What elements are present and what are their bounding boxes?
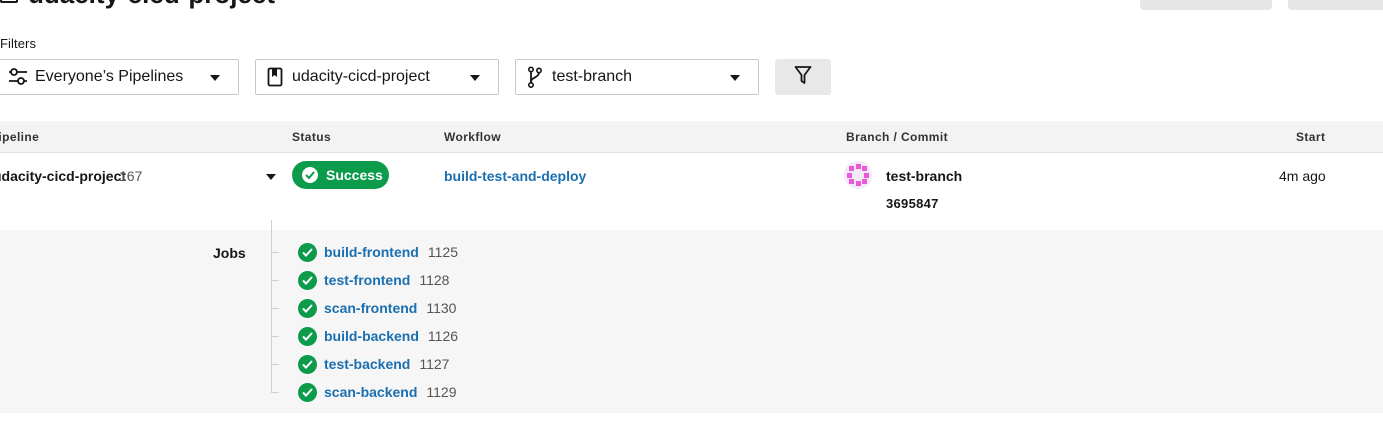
job-name[interactable]: scan-backend — [324, 384, 417, 400]
job-name[interactable]: test-backend — [324, 356, 410, 372]
list-item[interactable]: test-backend 1127 — [271, 354, 449, 374]
check-circle-icon — [298, 382, 317, 402]
page-title-row: udacity-cicd-project — [0, 0, 275, 10]
pipeline-number: 167 — [119, 168, 143, 184]
job-name[interactable]: build-backend — [324, 328, 419, 344]
list-item[interactable]: scan-frontend 1130 — [271, 298, 456, 318]
column-header-branch-commit: Branch / Commit — [846, 130, 949, 144]
filter-button[interactable] — [775, 59, 831, 95]
expand-row-icon[interactable] — [266, 174, 276, 180]
workflow-link[interactable]: build-test-and-deploy — [444, 168, 586, 184]
header-button-more[interactable] — [1288, 0, 1383, 10]
list-item[interactable]: scan-backend 1129 — [271, 382, 456, 402]
tree-tick — [271, 363, 279, 365]
tree-tick — [271, 391, 279, 393]
header-button-settings[interactable] — [1140, 0, 1272, 10]
filters-label: Filters — [0, 36, 37, 51]
commit-hash[interactable]: 3695847 — [886, 196, 939, 211]
check-circle-icon — [298, 298, 317, 318]
jobs-panel: Jobs build-frontend 1125 test-frontend 1… — [0, 220, 1383, 413]
job-number: 1130 — [426, 300, 457, 316]
pipeline-name[interactable]: udacity-cicd-project — [0, 168, 126, 184]
pipelines-filter-dropdown[interactable]: Everyone’s Pipelines — [0, 59, 239, 95]
project-filter-value: udacity-cicd-project — [292, 68, 430, 85]
tree-tick — [271, 251, 279, 253]
job-number: 1125 — [427, 244, 458, 260]
column-header-status: Status — [292, 130, 332, 144]
check-circle-icon — [298, 354, 317, 374]
branch-filter-dropdown[interactable]: test-branch — [515, 59, 759, 95]
job-name[interactable]: test-frontend — [324, 272, 410, 288]
chevron-down-icon — [210, 75, 220, 81]
check-circle-icon — [298, 270, 317, 290]
page-title: udacity-cicd-project — [28, 0, 275, 10]
table-row[interactable]: udacity-cicd-project 167 Success build-t… — [0, 153, 1383, 230]
column-header-workflow: Workflow — [444, 130, 501, 144]
git-branch-icon — [524, 66, 546, 88]
job-number: 1128 — [419, 272, 450, 288]
status-badge[interactable]: Success — [292, 161, 389, 189]
branch-name: test-branch — [886, 168, 963, 184]
tree-tick — [271, 335, 279, 337]
column-header-start: Start — [1296, 130, 1326, 144]
job-number: 1126 — [427, 328, 459, 344]
project-icon — [0, 0, 18, 3]
list-item[interactable]: build-backend 1126 — [271, 326, 458, 346]
check-circle-icon — [298, 242, 317, 262]
check-circle-icon — [302, 167, 318, 183]
job-number: 1127 — [419, 356, 450, 372]
bookmark-icon — [264, 66, 286, 88]
project-filter-dropdown[interactable]: udacity-cicd-project — [255, 59, 499, 95]
job-name[interactable]: build-frontend — [324, 244, 419, 260]
start-time: 4m ago — [1279, 168, 1326, 184]
list-item[interactable]: build-frontend 1125 — [271, 242, 458, 262]
chevron-down-icon — [730, 75, 740, 81]
check-circle-icon — [298, 326, 317, 346]
pipelines-filter-value: Everyone’s Pipelines — [35, 68, 184, 85]
job-number: 1129 — [426, 384, 457, 400]
jobs-label: Jobs — [213, 245, 246, 261]
list-item[interactable]: test-frontend 1128 — [271, 270, 449, 290]
chevron-down-icon — [470, 75, 480, 81]
status-label: Success — [326, 167, 383, 183]
job-name[interactable]: scan-frontend — [324, 300, 417, 316]
sliders-icon — [7, 66, 29, 88]
column-header-pipeline: Pipeline — [0, 130, 40, 144]
funnel-icon — [794, 65, 812, 90]
tree-tick — [271, 307, 279, 309]
avatar — [844, 161, 872, 189]
table-header: Pipeline Status Workflow Branch / Commit… — [0, 121, 1383, 153]
branch-filter-value: test-branch — [552, 68, 633, 85]
tree-tick — [271, 279, 279, 281]
